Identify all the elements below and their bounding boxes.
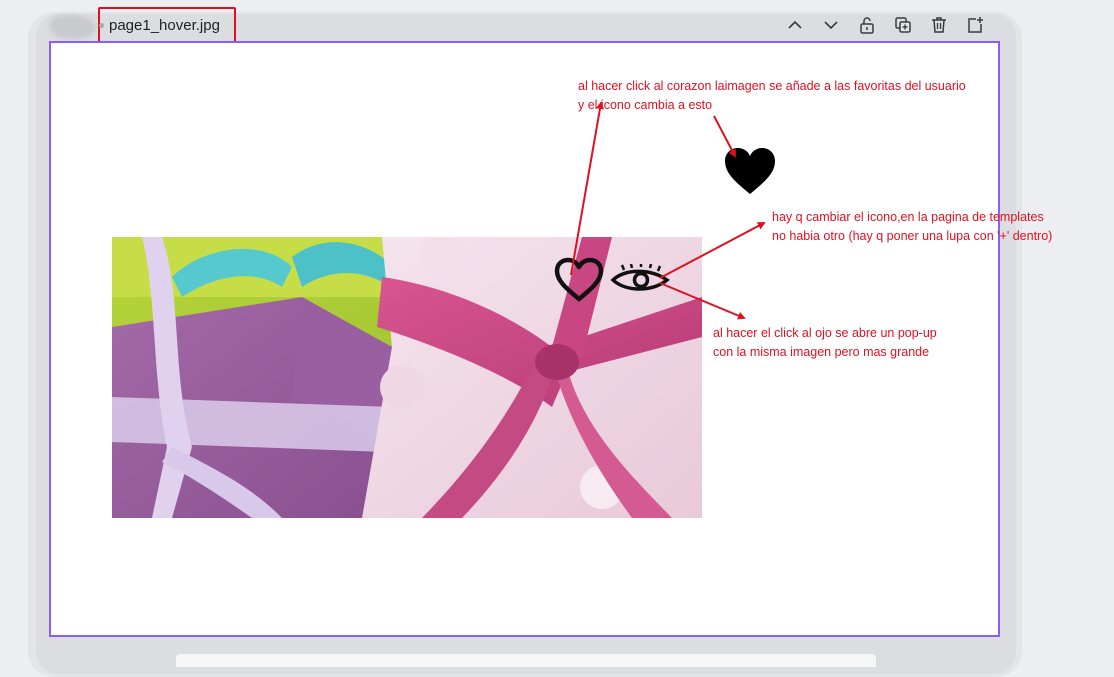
chevron-up-icon bbox=[788, 20, 802, 29]
heart-annotation-line-1: al hacer click al corazon laimagen se añ… bbox=[578, 79, 966, 93]
icon-annotation-line-1: hay q cambiar el icono,en la pagina de t… bbox=[772, 210, 1044, 224]
move-down-button[interactable] bbox=[822, 14, 840, 36]
icon-annotation: hay q cambiar el icono,en la pagina de t… bbox=[772, 208, 1052, 246]
duplicate-button[interactable] bbox=[894, 14, 912, 36]
duplicate-icon bbox=[895, 17, 911, 33]
heart-annotation: al hacer click al corazon laimagen se añ… bbox=[578, 77, 966, 115]
trash-icon bbox=[932, 17, 946, 33]
add-page-button[interactable] bbox=[966, 14, 984, 36]
eye-annotation-line-2: con la misma imagen pero mas grande bbox=[713, 345, 930, 359]
icon-annotation-line-2: no habia otro (hay q poner una lupa con … bbox=[772, 229, 1053, 243]
lock-button[interactable] bbox=[858, 14, 876, 36]
eye-annotation-line-1: al hacer el click al ojo se abre un pop-… bbox=[713, 326, 937, 340]
add-page-icon bbox=[968, 17, 983, 33]
heart-outline-icon[interactable] bbox=[553, 257, 605, 303]
move-up-button[interactable] bbox=[786, 14, 804, 36]
page-toolbar bbox=[786, 14, 984, 36]
eye-icon[interactable] bbox=[610, 264, 670, 296]
right-gutter bbox=[1022, 0, 1114, 667]
delete-button[interactable] bbox=[930, 14, 948, 36]
blurred-logo bbox=[50, 15, 96, 39]
bottom-scroll-bar[interactable] bbox=[176, 654, 876, 667]
page-title[interactable]: page1_hover.jpg bbox=[109, 17, 220, 34]
heart-annotation-line-2: y el icono cambia a esto bbox=[578, 98, 713, 112]
eye-annotation: al hacer el click al ojo se abre un pop-… bbox=[713, 324, 937, 362]
title-status-dot bbox=[99, 23, 104, 28]
chevron-down-icon bbox=[824, 21, 838, 30]
heart-filled-icon bbox=[725, 148, 775, 194]
lock-icon bbox=[860, 17, 874, 34]
